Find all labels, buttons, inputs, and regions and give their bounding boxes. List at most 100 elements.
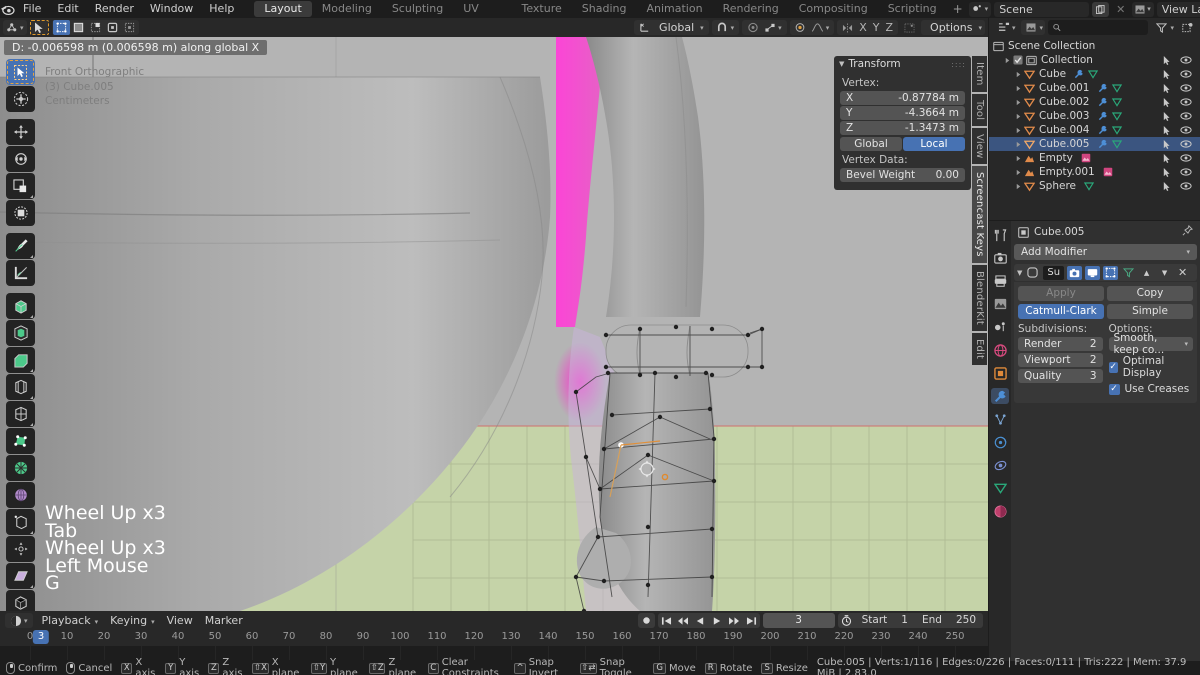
filter-dropdown[interactable]: ▾ xyxy=(1151,20,1176,35)
new-scene-icon[interactable] xyxy=(1092,1,1110,17)
checkbox-optimal-display[interactable]: ✓ Optimal Display xyxy=(1108,355,1194,379)
tool-loop-cut[interactable] xyxy=(6,374,35,400)
sidebar-tab-edit[interactable]: Edit xyxy=(972,333,987,366)
tool-rotate[interactable] xyxy=(6,146,35,172)
properties-constraints-tab[interactable] xyxy=(991,457,1009,473)
checkbox-box[interactable]: ✓ xyxy=(1108,361,1118,373)
properties-object-tab[interactable] xyxy=(991,365,1009,381)
visibility-toggle-icon[interactable] xyxy=(1180,69,1192,79)
transform-space-local[interactable]: Local xyxy=(903,137,965,151)
selectable-toggle-icon[interactable] xyxy=(1162,111,1172,122)
properties-view-layer-tab[interactable] xyxy=(991,296,1009,312)
visibility-toggle-icon[interactable] xyxy=(1180,97,1192,107)
timeline-playhead[interactable]: 3 xyxy=(32,630,50,644)
copy-button[interactable]: Copy xyxy=(1107,286,1193,301)
tool-shear[interactable] xyxy=(6,563,35,589)
tool-tweak[interactable] xyxy=(6,59,35,85)
mirror-x-label[interactable]: X xyxy=(856,20,870,35)
selectable-toggle-icon[interactable] xyxy=(1162,167,1172,178)
options-dropdown[interactable]: Options ▾ xyxy=(921,20,985,35)
outliner-search-input[interactable] xyxy=(1048,20,1149,35)
outliner-row[interactable]: Cube.003 xyxy=(989,109,1200,123)
record-keyframe-button[interactable] xyxy=(638,613,655,628)
tool-select-circle[interactable] xyxy=(6,86,35,112)
snap-group[interactable]: ▾ xyxy=(711,20,740,35)
remove-scene-icon[interactable]: ✕ xyxy=(1112,2,1129,17)
visibility-toggle-icon[interactable] xyxy=(1180,55,1192,65)
outliner-row[interactable]: Collection xyxy=(989,53,1200,67)
workspace-tab-compositing[interactable]: Compositing xyxy=(789,1,878,17)
workspace-tab-shading[interactable]: Shading xyxy=(572,1,637,17)
checkbox-use-creases[interactable]: ✓ Use Creases xyxy=(1108,383,1194,395)
visibility-toggle-icon[interactable] xyxy=(1180,139,1192,149)
transform-panel-header[interactable]: ▼ Transform :::: xyxy=(834,56,971,72)
proportional-falloff-group[interactable]: ▾ xyxy=(789,20,835,35)
menu-window[interactable]: Window xyxy=(142,0,201,18)
disclosure-triangle-icon[interactable] xyxy=(1015,183,1024,190)
disclosure-triangle-icon[interactable] xyxy=(1015,99,1024,106)
apply-button[interactable]: Apply xyxy=(1018,286,1104,301)
properties-scene-tab[interactable] xyxy=(991,319,1009,335)
visibility-toggle-icon[interactable] xyxy=(1180,83,1192,93)
transform-field-z[interactable]: Z -1.3473 m xyxy=(840,121,965,135)
visibility-toggle-icon[interactable] xyxy=(1180,181,1192,191)
tool-annotate[interactable] xyxy=(6,233,35,259)
workspace-tab-animation[interactable]: Animation xyxy=(636,1,712,17)
3d-viewport[interactable]: D: -0.006598 m (0.006598 m) along global… xyxy=(0,37,988,611)
tool-inset-faces[interactable] xyxy=(6,320,35,346)
timeline-menu-playback[interactable]: Playback ▾ xyxy=(36,613,105,628)
editor-type-selector[interactable]: ▾ xyxy=(3,20,27,35)
jump-to-prev-keyframe-button[interactable] xyxy=(675,613,692,628)
menu-help[interactable]: Help xyxy=(201,0,242,18)
selectable-toggle-icon[interactable] xyxy=(1162,181,1172,192)
timeline-editor-type-icon[interactable]: ▾ xyxy=(5,613,33,628)
subdivision-type-catmull-clark[interactable]: Catmull-Clark xyxy=(1018,304,1104,319)
start-frame-value[interactable]: 1 xyxy=(894,613,915,628)
outliner-row[interactable]: Cube.004 xyxy=(989,123,1200,137)
magnet-icon[interactable] xyxy=(714,20,731,35)
menu-render[interactable]: Render xyxy=(87,0,142,18)
tool-transform[interactable] xyxy=(6,200,35,226)
outliner-row[interactable]: Cube.001 xyxy=(989,81,1200,95)
selectable-toggle-icon[interactable] xyxy=(1162,139,1172,150)
transform-field-x[interactable]: X -0.87784 m xyxy=(840,91,965,105)
checkbox-box[interactable]: ✓ xyxy=(1108,383,1120,395)
workspace-tab-sculpting[interactable]: Sculpting xyxy=(382,1,453,17)
properties-physics-tab[interactable] xyxy=(991,434,1009,450)
tool-rip-region[interactable] xyxy=(6,590,35,611)
transform-field-y[interactable]: Y -4.3664 m xyxy=(840,106,965,120)
selectable-toggle-icon[interactable] xyxy=(1162,125,1172,136)
properties-object-data-tab[interactable] xyxy=(991,480,1009,496)
outliner-search-field[interactable] xyxy=(1064,22,1144,33)
selectable-toggle-icon[interactable] xyxy=(1162,153,1172,164)
play-reverse-button[interactable] xyxy=(692,613,709,628)
subdivision-quality-field[interactable]: Quality 3 xyxy=(1018,369,1103,383)
modifier-move-down-button[interactable]: ▼ xyxy=(1157,266,1172,280)
modifier-delete-button[interactable]: ✕ xyxy=(1175,266,1190,280)
tool-measure[interactable] xyxy=(6,260,35,286)
select-face-icon[interactable] xyxy=(104,20,121,35)
blender-logo-icon[interactable] xyxy=(0,3,15,16)
sidebar-tab-screencast-keys[interactable]: Screencast Keys xyxy=(972,166,987,263)
sidebar-tab-tool[interactable]: Tool xyxy=(972,93,987,126)
subdivision-render-field[interactable]: Render 2 xyxy=(1018,337,1103,351)
visibility-toggle-icon[interactable] xyxy=(1180,153,1192,163)
vertex-select-mode-icon[interactable] xyxy=(52,20,70,35)
disclosure-triangle-icon[interactable] xyxy=(1015,141,1024,148)
outliner-row[interactable]: Empty.001 xyxy=(989,165,1200,179)
visibility-toggle-icon[interactable] xyxy=(1180,167,1192,177)
select-all-icon[interactable] xyxy=(121,20,138,35)
menu-edit[interactable]: Edit xyxy=(49,0,86,18)
visibility-toggle-icon[interactable] xyxy=(1180,125,1192,135)
transform-space-global[interactable]: Global xyxy=(840,137,902,151)
proportional-edit-group[interactable]: ▾ xyxy=(742,20,787,35)
modifier-move-up-button[interactable]: ▲ xyxy=(1139,266,1154,280)
workspace-tab-layout[interactable]: Layout xyxy=(254,1,312,17)
end-frame-value[interactable]: 250 xyxy=(949,613,983,628)
disclosure-triangle-icon[interactable] xyxy=(1015,127,1024,134)
view-layer-name-field[interactable]: View Layer xyxy=(1156,1,1200,17)
modifier-expand-icon[interactable]: ▼ xyxy=(1017,269,1022,277)
editor-type-icon[interactable] xyxy=(3,20,20,35)
add-workspace-button[interactable]: + xyxy=(947,2,969,16)
modifier-viewport-toggle-icon[interactable] xyxy=(1085,265,1101,280)
